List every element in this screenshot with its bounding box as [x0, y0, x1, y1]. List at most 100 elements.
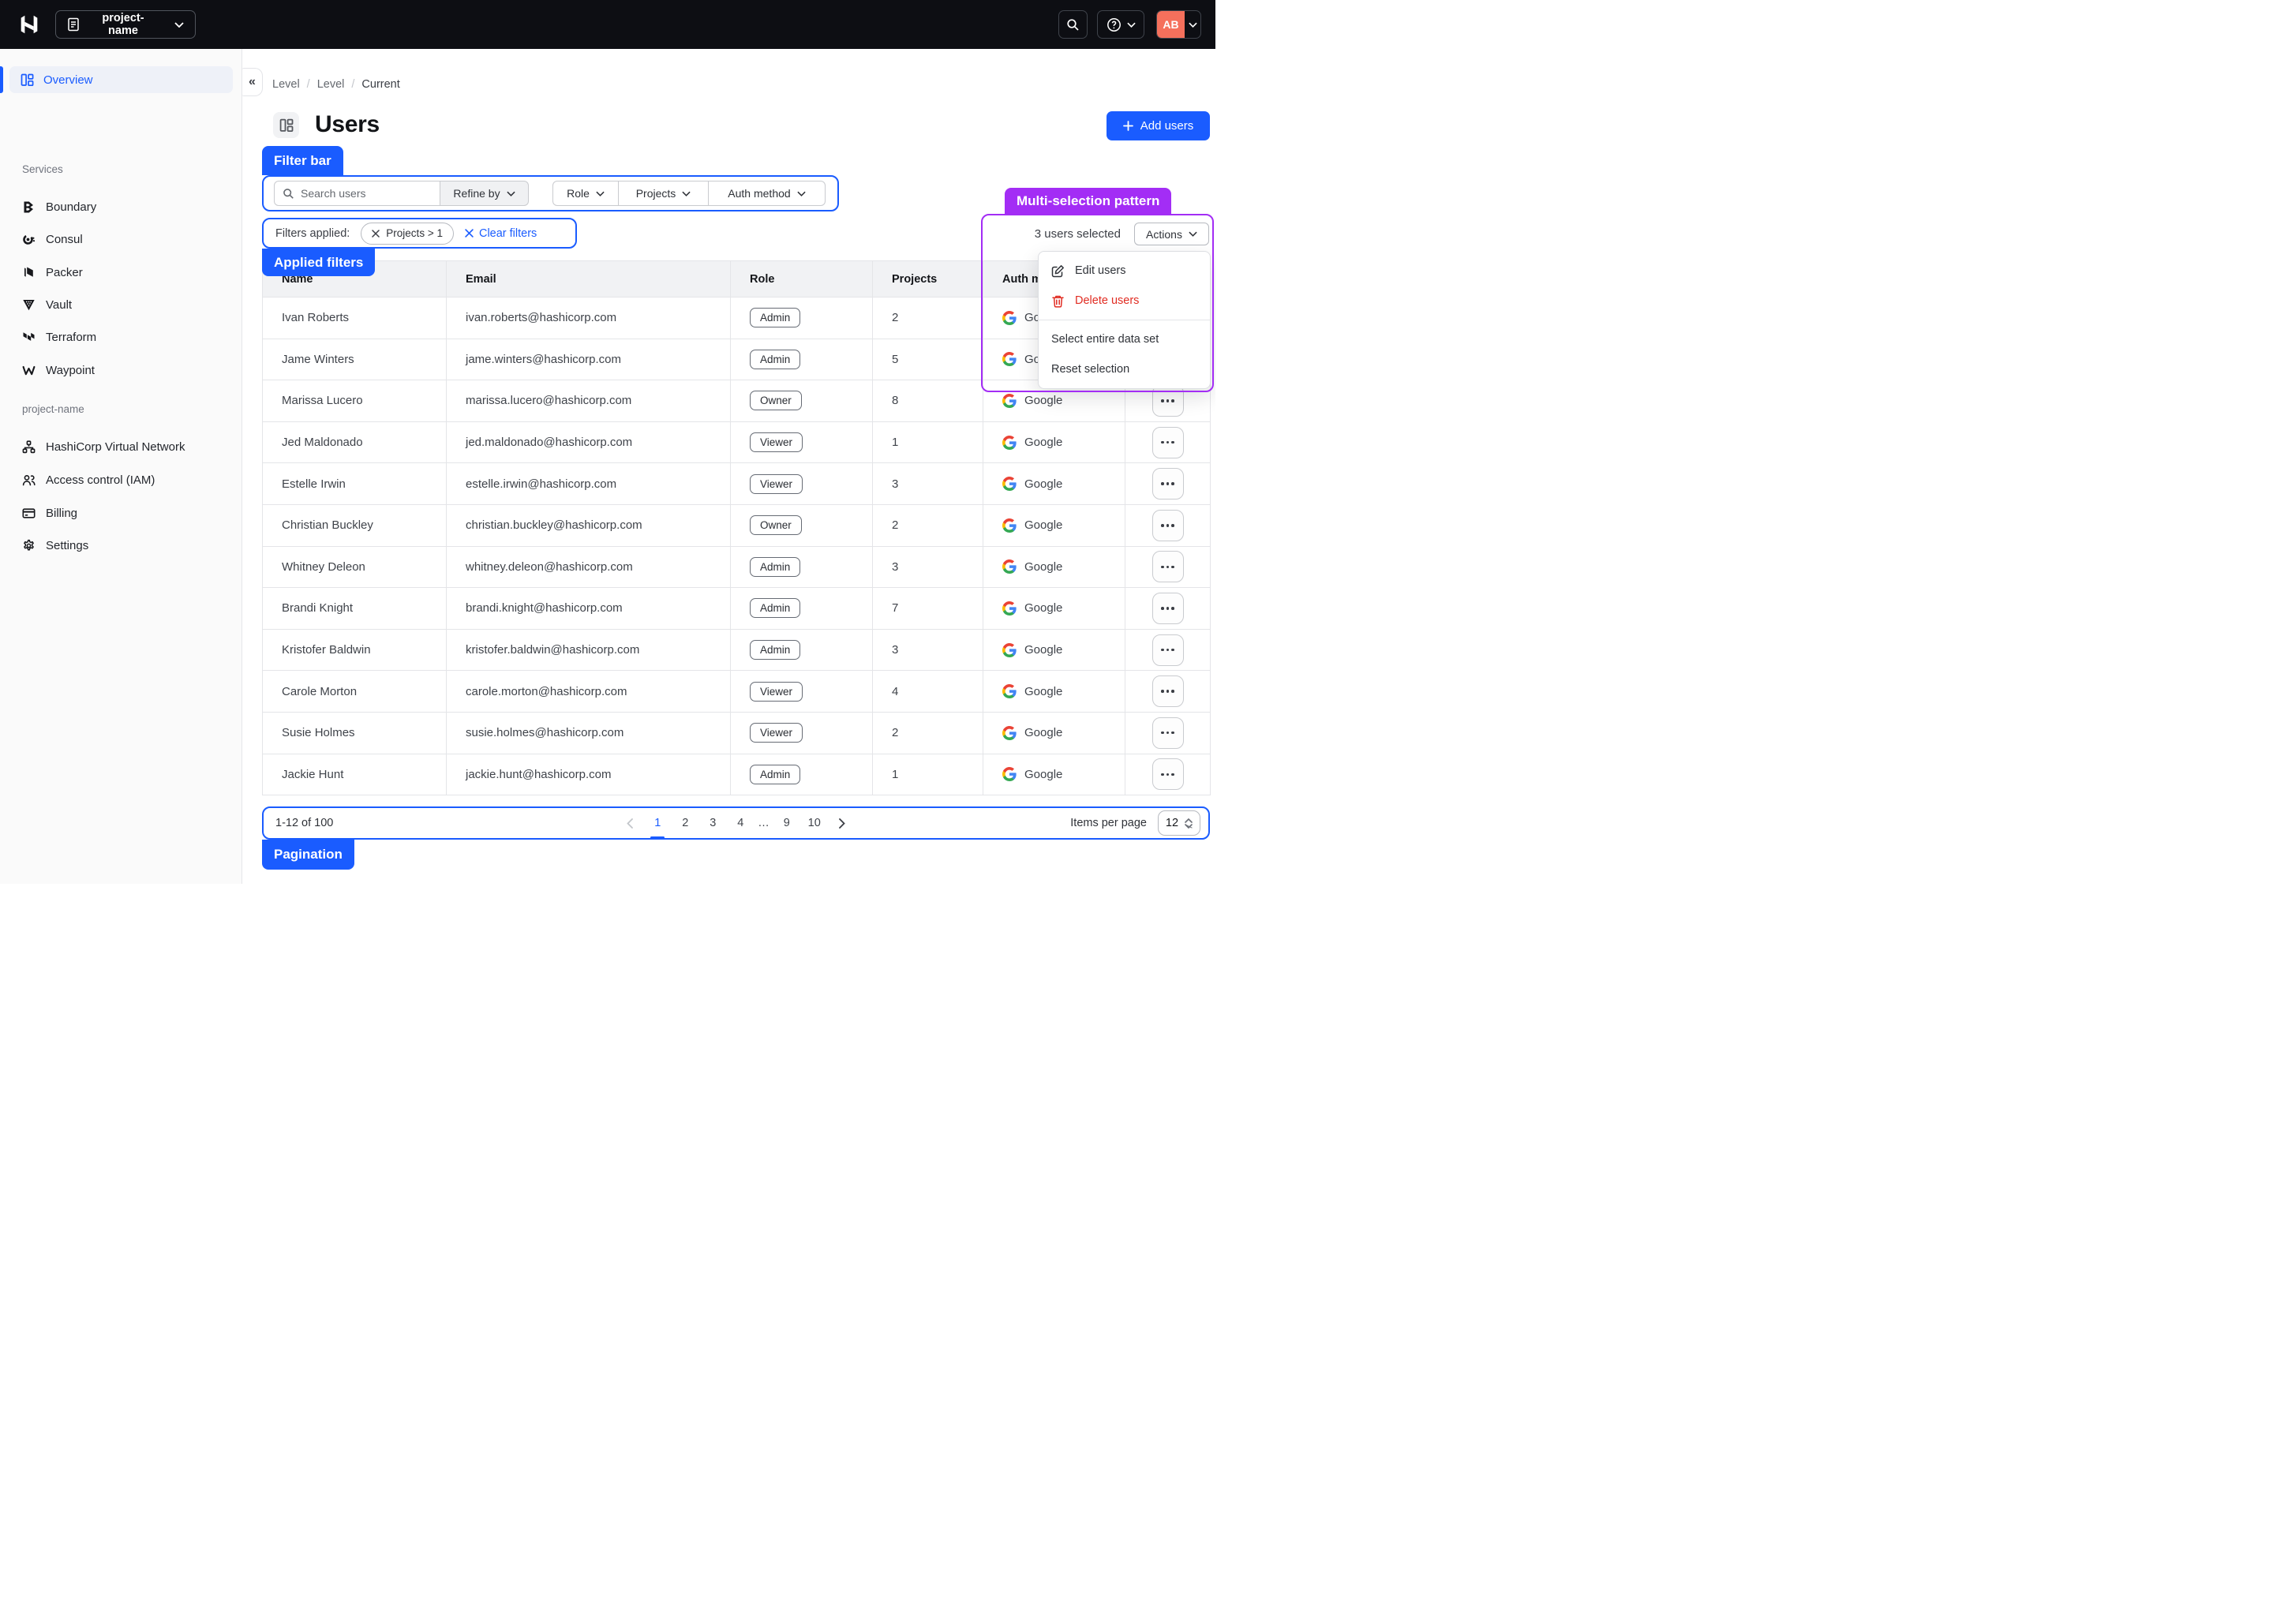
- pagination-page-4[interactable]: 4: [730, 813, 751, 833]
- table-row: Brandi Knight brandi.knight@hashicorp.co…: [263, 588, 1211, 630]
- role-badge: Admin: [750, 557, 800, 577]
- sidebar-item-label: HashiCorp Virtual Network: [46, 440, 185, 454]
- annotation-pagination: Pagination: [262, 840, 354, 870]
- pagination-page-1[interactable]: 1: [647, 813, 668, 833]
- row-actions-button[interactable]: [1152, 593, 1184, 624]
- role-filter-label: Role: [567, 187, 590, 200]
- breadcrumb-level-1[interactable]: Level: [272, 78, 300, 91]
- sidebar-item-label: Settings: [46, 539, 88, 552]
- actions-dropdown-menu: Edit users Delete users Select entire da…: [1038, 251, 1211, 389]
- projects-filter-dropdown[interactable]: Projects: [618, 181, 708, 205]
- chevron-down-icon: [174, 22, 184, 28]
- auth-method-filter-dropdown[interactable]: Auth method: [708, 181, 825, 205]
- pagination-next-button[interactable]: [832, 813, 852, 833]
- row-actions-button[interactable]: [1152, 758, 1184, 790]
- cell-name: Ivan Roberts: [263, 297, 447, 339]
- add-users-button[interactable]: Add users: [1107, 111, 1210, 140]
- pagination-page-3[interactable]: 3: [702, 813, 723, 833]
- auth-method-filter-label: Auth method: [728, 187, 790, 200]
- page-title: Users: [315, 111, 380, 138]
- actions-label: Actions: [1146, 228, 1182, 241]
- column-header-email[interactable]: Email: [447, 261, 731, 297]
- clear-icon: [465, 229, 474, 238]
- filter-chip-label: Projects > 1: [386, 227, 443, 239]
- row-actions-button[interactable]: [1152, 427, 1184, 458]
- column-header-projects[interactable]: Projects: [873, 261, 983, 297]
- sidebar-item-settings[interactable]: Settings: [13, 533, 233, 558]
- annotation-filter-bar: Filter bar: [262, 146, 343, 175]
- role-badge: Viewer: [750, 432, 803, 452]
- vault-icon: [22, 298, 36, 312]
- clear-filters-link[interactable]: Clear filters: [465, 227, 537, 240]
- sidebar-item-packer[interactable]: Packer: [13, 260, 233, 285]
- actions-button[interactable]: Actions: [1134, 223, 1209, 245]
- cell-email: kristofer.baldwin@hashicorp.com: [447, 629, 731, 671]
- top-bar: project-name: [0, 0, 1215, 49]
- help-menu-button[interactable]: [1097, 10, 1144, 39]
- help-icon: [1107, 17, 1122, 32]
- pagination-page-2[interactable]: 2: [675, 813, 695, 833]
- google-icon: [1002, 352, 1017, 366]
- role-filter-dropdown[interactable]: Role: [553, 181, 618, 205]
- column-header-role[interactable]: Role: [731, 261, 873, 297]
- cell-name: Jed Maldonado: [263, 421, 447, 463]
- sidebar-item-hvn[interactable]: HashiCorp Virtual Network: [13, 434, 233, 459]
- cell-projects: 1: [873, 754, 983, 795]
- pagination-prev-button[interactable]: [620, 813, 640, 833]
- pagination-page-10[interactable]: 10: [804, 813, 825, 833]
- menu-item-delete-users[interactable]: Delete users: [1039, 286, 1210, 316]
- google-icon: [1002, 477, 1017, 491]
- items-per-page-stepper[interactable]: 12: [1158, 810, 1200, 836]
- filter-chip-projects[interactable]: Projects > 1: [361, 223, 454, 245]
- sidebar-item-vault[interactable]: Vault: [13, 292, 233, 317]
- table-row: Carole Morton carole.morton@hashicorp.co…: [263, 671, 1211, 713]
- role-badge: Admin: [750, 640, 800, 660]
- sidebar-item-waypoint[interactable]: Waypoint: [13, 357, 233, 383]
- row-actions-button[interactable]: [1152, 551, 1184, 582]
- role-badge: Owner: [750, 391, 802, 410]
- sidebar-item-consul[interactable]: Consul: [13, 226, 233, 252]
- sidebar-section-project: project-name: [22, 403, 84, 415]
- sidebar-item-label: Access control (IAM): [46, 473, 155, 487]
- menu-item-edit-users[interactable]: Edit users: [1039, 256, 1210, 286]
- avatar: AB: [1157, 10, 1185, 39]
- row-actions-button[interactable]: [1152, 468, 1184, 500]
- search-users-field[interactable]: [274, 181, 440, 206]
- refine-by-button[interactable]: Refine by: [440, 181, 529, 206]
- items-per-page-label: Items per page: [1070, 817, 1147, 829]
- sidebar-item-billing[interactable]: Billing: [13, 500, 233, 526]
- role-badge: Admin: [750, 350, 800, 369]
- clear-filters-label: Clear filters: [479, 227, 537, 240]
- sidebar-item-access-control[interactable]: Access control (IAM): [13, 467, 233, 492]
- menu-item-reset-selection[interactable]: Reset selection: [1039, 354, 1210, 384]
- google-icon: [1002, 767, 1017, 781]
- menu-item-select-entire-data-set[interactable]: Select entire data set: [1039, 324, 1210, 354]
- row-actions-button[interactable]: [1152, 634, 1184, 666]
- cell-email: jackie.hunt@hashicorp.com: [447, 754, 731, 795]
- cell-auth-method: Google: [1024, 560, 1062, 574]
- cell-name: Kristofer Baldwin: [263, 629, 447, 671]
- sidebar-item-overview[interactable]: Overview: [9, 66, 233, 93]
- global-search-button[interactable]: [1058, 10, 1088, 39]
- pagination-page-9[interactable]: 9: [777, 813, 797, 833]
- sidebar-collapse-button[interactable]: «: [242, 68, 263, 96]
- cell-name: Brandi Knight: [263, 588, 447, 630]
- table-row: Kristofer Baldwin kristofer.baldwin@hash…: [263, 629, 1211, 671]
- project-switcher[interactable]: project-name: [55, 10, 196, 39]
- row-actions-button[interactable]: [1152, 385, 1184, 417]
- row-actions-button[interactable]: [1152, 675, 1184, 707]
- sidebar: Overview Services Boundary Consul: [0, 49, 242, 884]
- annotation-applied-filters: Applied filters: [262, 249, 375, 276]
- breadcrumb-level-2[interactable]: Level: [317, 78, 345, 91]
- sidebar-item-terraform[interactable]: Terraform: [13, 324, 233, 350]
- user-menu-button[interactable]: AB: [1156, 10, 1201, 39]
- cell-projects: 7: [873, 588, 983, 630]
- search-users-input[interactable]: [301, 187, 419, 200]
- row-actions-button[interactable]: [1152, 717, 1184, 749]
- cell-auth-method: Google: [1024, 394, 1062, 407]
- sidebar-item-boundary[interactable]: Boundary: [13, 194, 233, 219]
- row-actions-button[interactable]: [1152, 510, 1184, 541]
- cell-projects: 5: [873, 339, 983, 380]
- dismiss-icon[interactable]: [372, 230, 380, 238]
- filter-dropdown-group: Role Projects Auth method: [552, 181, 826, 206]
